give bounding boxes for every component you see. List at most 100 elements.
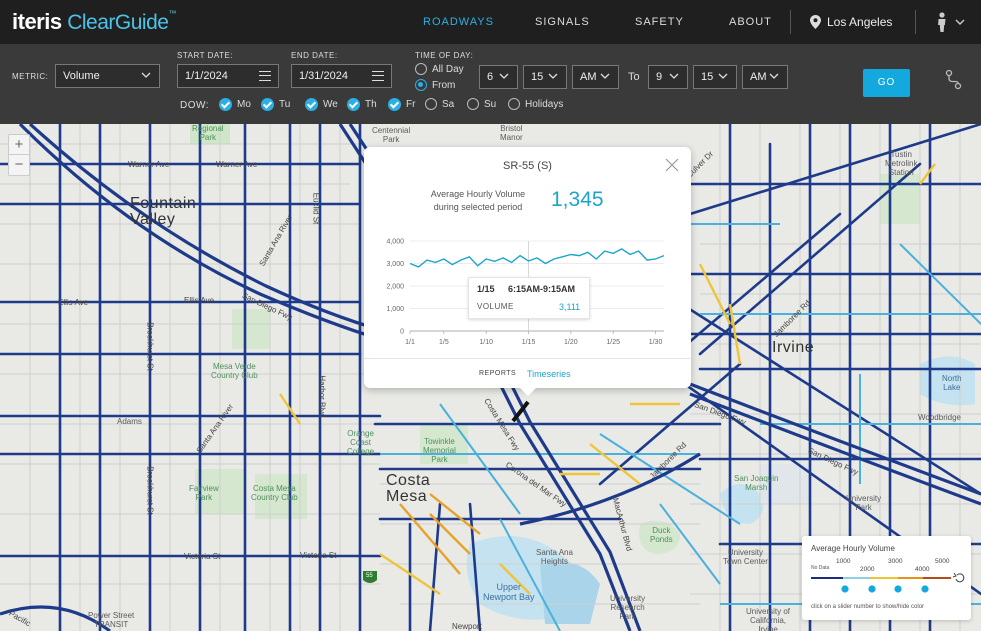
from-radio[interactable]: From [415, 79, 455, 91]
place-fountain-valley: Fountain Valley [130, 195, 197, 228]
radio-selected-icon [415, 79, 427, 91]
zoom-in-button[interactable]: + [9, 135, 29, 155]
from-minute-select[interactable]: 15 [523, 65, 567, 89]
calendar-menu-icon [259, 71, 271, 81]
chevron-down-icon [548, 73, 558, 79]
legend-tick-1000: 1000 [836, 558, 851, 565]
reset-icon [955, 573, 965, 583]
end-date-value: 1/31/2024 [299, 70, 348, 82]
street-warner-ave: Warner Ave [216, 160, 258, 169]
dow-tu-label: Tu [279, 99, 291, 110]
place-irvine: Irvine [772, 339, 815, 356]
popup-footer: REPORTS Timeseries [364, 358, 691, 388]
street-euclid-st: Euclid St [311, 192, 321, 225]
chart-y-tick-label: 4,000 [386, 239, 404, 246]
chart-tooltip: 1/15 6:15AM-9:15AM VOLUME 3,111 [468, 277, 590, 319]
volume-legend: Average Hourly Volume No Data 1000 3000 … [802, 536, 971, 620]
street-warner-ave: Warner Ave [128, 160, 170, 169]
app-logo[interactable]: iteris ClearGuide™ [12, 9, 176, 35]
tooltip-label: VOLUME [477, 302, 514, 311]
metric-select[interactable]: Volume [55, 64, 160, 88]
check-icon [219, 98, 232, 111]
dow-mo-label: Mo [237, 99, 251, 110]
place-uc-irvine: University of California, Irvine [746, 607, 791, 631]
place-towinkle-park: Towinkle Memorial Park [423, 437, 456, 464]
chevron-down-icon [718, 73, 728, 79]
legend-scale: No Data 1000 3000 5000 2000 4000 [811, 558, 965, 593]
metric-label: METRIC: [12, 72, 49, 81]
chart-y-tick-label: 1,000 [386, 306, 404, 313]
dow-sa-checkbox[interactable]: Sa [425, 98, 454, 110]
legend-tick-5000: 5000 [935, 558, 950, 565]
place-north-lake: North Lake [942, 374, 962, 392]
tooltip-time: 6:15AM-9:15AM [508, 284, 576, 294]
logo-brand: iteris [12, 9, 62, 34]
chevron-down-icon [955, 19, 965, 25]
legend-tick-2000: 2000 [860, 566, 875, 573]
dow-tu-checkbox[interactable]: Tu [261, 98, 290, 111]
close-icon[interactable] [665, 158, 679, 172]
dow-we-checkbox[interactable]: We [305, 98, 338, 111]
nav-about[interactable]: ABOUT [729, 16, 772, 28]
chart-y-tick-label: 0 [400, 329, 404, 336]
route-55-label: 55 [366, 573, 373, 579]
calendar-menu-icon [372, 71, 384, 81]
popup-subtitle: Average Hourly Volume during selected pe… [430, 189, 526, 212]
dow-mo-checkbox[interactable]: Mo [219, 98, 251, 111]
chart-x-tick-label: 1/15 [522, 339, 536, 346]
place-san-joaquin-marsh: San Joaquin Marsh [734, 474, 779, 492]
dow-sa-label: Sa [442, 98, 455, 110]
tooltip-date: 1/15 [477, 284, 495, 294]
chart-x-tick-label: 1/5 [439, 339, 449, 346]
zoom-out-button[interactable]: − [9, 155, 29, 175]
place-upper-newport-bay: Upper Newport Bay [483, 582, 535, 602]
legend-tick-4000: 4000 [915, 566, 930, 573]
chevron-down-icon [669, 73, 679, 79]
location-selector[interactable]: Los Angeles [810, 15, 892, 29]
check-icon [305, 98, 318, 111]
street-victoria-st: Victoria St [300, 551, 337, 560]
street-brookhurst-st: Brookhurst St [145, 322, 155, 371]
legend-slider-handle [868, 585, 876, 593]
user-icon [938, 12, 946, 32]
chart-x-tick-label: 1/20 [564, 339, 578, 346]
dow-th-checkbox[interactable]: Th [347, 98, 377, 111]
to-minute-select[interactable]: 15 [693, 65, 737, 89]
place-fairview-park: Fairview Park [189, 484, 219, 502]
go-button[interactable]: GO [863, 69, 910, 97]
place-costa-mesa: Costa Mesa [386, 472, 431, 505]
to-ampm-select[interactable]: AM [742, 65, 788, 89]
chevron-down-icon [769, 73, 779, 79]
legend-footnote: click on a slider number to show/hide co… [811, 604, 925, 610]
from-ampm-value: AM [580, 71, 597, 83]
nav-divider [915, 10, 916, 34]
nav-roadways[interactable]: ROADWAYS [423, 16, 494, 28]
place-duck-ponds: Duck Ponds [650, 526, 673, 544]
chart-x-tick-label: 1/30 [649, 339, 663, 346]
to-label: To [628, 71, 640, 83]
popup-title: SR-55 (S) [503, 160, 552, 172]
logo-product: ClearGuide [67, 11, 169, 34]
dow-su-checkbox[interactable]: Su [467, 98, 496, 110]
holidays-checkbox[interactable]: Holidays [508, 98, 563, 110]
check-icon [347, 98, 360, 111]
start-date-input[interactable]: 1/1/2024 [177, 64, 279, 88]
timeseries-tab[interactable]: Timeseries [527, 369, 571, 379]
nav-signals[interactable]: SIGNALS [535, 16, 590, 28]
dow-fr-checkbox[interactable]: Fr [388, 98, 415, 111]
nav-safety[interactable]: SAFETY [635, 16, 684, 28]
to-hour-value: 9 [656, 71, 663, 83]
from-hour-value: 6 [487, 71, 494, 83]
dow-fr-label: Fr [406, 99, 416, 110]
chevron-down-icon [499, 73, 509, 79]
from-hour-select[interactable]: 6 [479, 65, 518, 89]
from-ampm-select[interactable]: AM [572, 65, 619, 89]
route-icon[interactable] [944, 69, 964, 91]
end-date-input[interactable]: 1/31/2024 [291, 64, 392, 88]
user-menu[interactable] [937, 12, 965, 32]
legend-title: Average Hourly Volume [811, 544, 895, 553]
place-mesa-verde: Mesa Verde Country Club [211, 362, 258, 380]
all-day-radio[interactable]: All Day [415, 63, 464, 75]
to-hour-select[interactable]: 9 [648, 65, 688, 89]
unchecked-icon [425, 98, 437, 110]
